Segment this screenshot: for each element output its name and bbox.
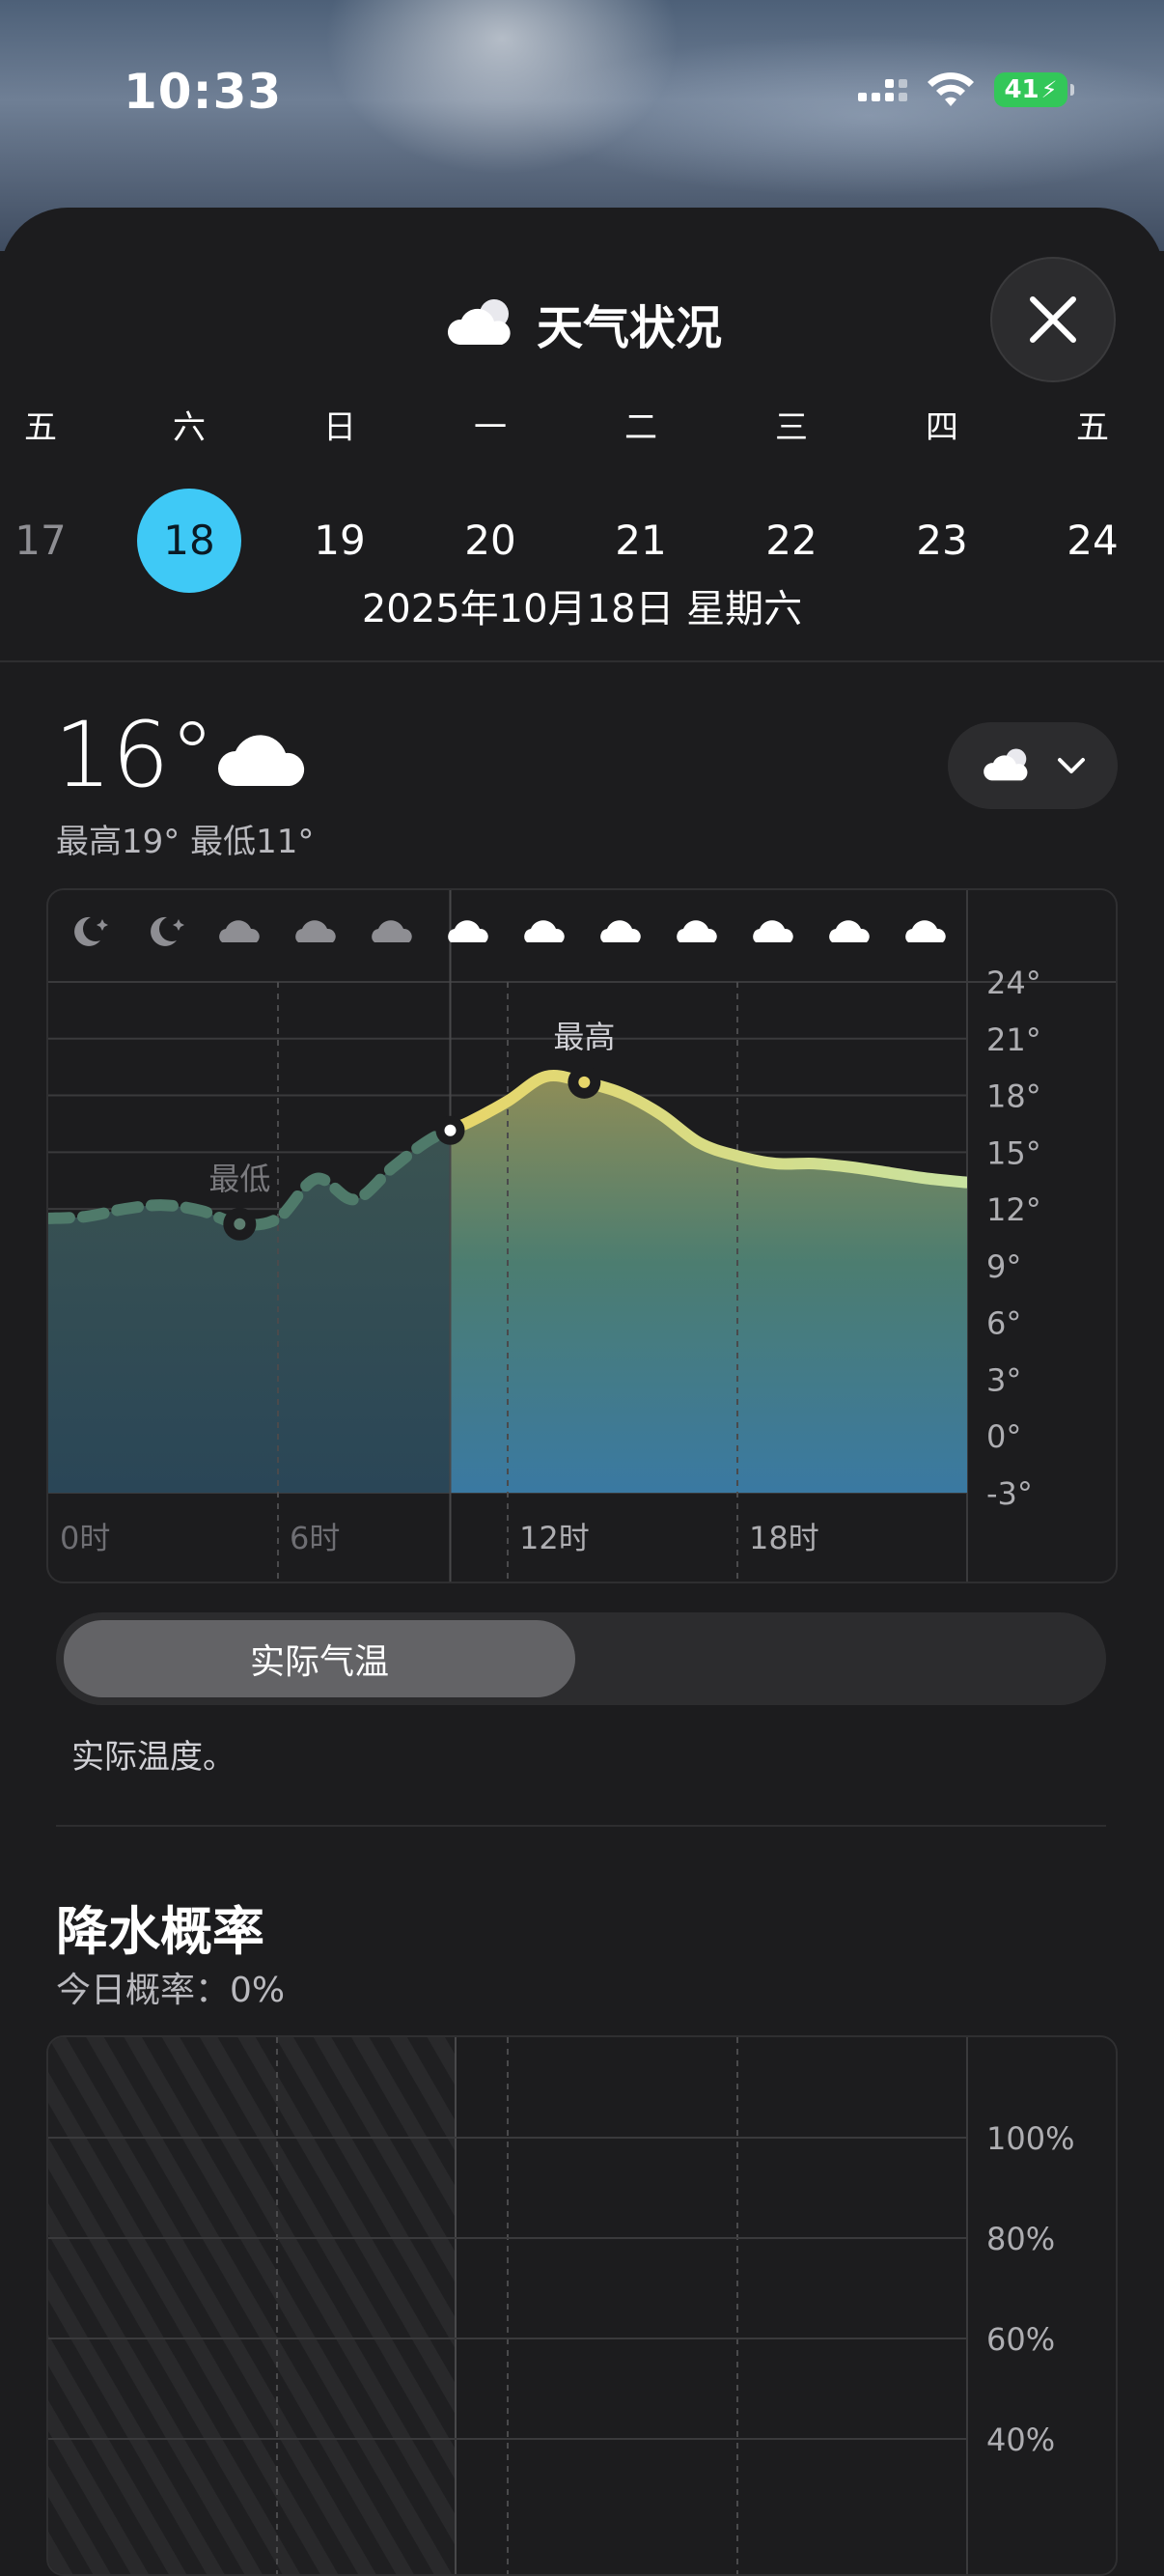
day-20[interactable]: 一 20 [432,404,548,593]
day-17[interactable]: 五 17 [0,404,98,593]
y-tick-label: 40% [986,2422,1055,2458]
moon-icon [74,916,108,946]
close-button[interactable] [990,257,1116,382]
week-strip: 五 17 六 18 日 19 一 20 二 21 三 22 四 23 五 24 [0,404,1164,593]
moon-icon [151,916,184,946]
segment-other[interactable] [583,1620,1098,1697]
battery-level: 41 [1004,75,1039,104]
weekday-label: 日 [323,408,356,447]
y-tick-label: 0° [986,1418,1021,1455]
annotation-label: 最低 [208,1161,270,1197]
close-icon [1030,296,1076,343]
cloud-icon [447,299,511,345]
segment-actual-temp[interactable]: 实际气温 [64,1620,575,1697]
annotation-label: 最高 [553,1019,615,1055]
weekday-label: 五 [1076,408,1109,447]
weekday-label: 五 [24,408,57,447]
cloud-icon [372,920,412,942]
day-19[interactable]: 日 19 [282,404,398,593]
y-tick-label: 21° [986,1022,1041,1058]
day-21[interactable]: 二 21 [583,404,699,593]
weekday-label: 四 [926,408,958,447]
temperature-chart: 最高最低 24° 21° 18° 15° 12° 9° 6° 3° 0° -3° 0时 6时 12时 18时 [46,888,1118,1583]
annotation-point [578,1076,591,1088]
x-tick-label: 6时 [290,1520,340,1556]
weekday-label: 三 [775,408,808,447]
segment-description: 实际温度。 [71,1738,236,1777]
cloud-icon [677,920,717,942]
status-icons: 41 ⚡ [858,71,1074,108]
day-22[interactable]: 三 22 [734,404,849,593]
charging-bolt-icon: ⚡ [1040,76,1058,103]
cloud-icon [448,920,488,942]
y-tick-label: 15° [986,1134,1041,1171]
cloud-icon [984,748,1028,781]
cloud-icon [219,920,260,942]
precipitation-chart: 100% 80% 60% 40% [46,2035,1118,2576]
chevron-down-icon [1058,758,1085,773]
current-point [444,1124,457,1136]
y-tick-label: 3° [986,1361,1021,1398]
divider [56,1825,1106,1827]
cloud-icon [753,920,793,942]
status-time: 10:33 [124,64,283,120]
x-tick-label: 18时 [749,1520,819,1556]
y-tick-label: 100% [986,2120,1074,2157]
y-tick-label: 18° [986,1078,1041,1115]
temperature-chart-svg: 最高最低 24° 21° 18° 15° 12° 9° 6° 3° 0° -3° 0时 6时 12时 18时 [48,890,1116,1582]
y-tick-label: 6° [986,1305,1021,1342]
y-tick-label: 24° [986,965,1041,1001]
wifi-icon [928,72,974,106]
day-18[interactable]: 六 18 [131,404,247,593]
x-tick-label: 12时 [519,1520,590,1556]
divider [0,660,1164,662]
y-tick-label: -3° [986,1475,1033,1512]
sheet-title: 天气状况 [536,301,722,355]
day-24[interactable]: 五 24 [1035,404,1150,593]
past-hatch-area [48,2037,456,2574]
cloud-icon [600,920,641,942]
precipitation-title: 降水概率 [56,1901,264,1962]
y-tick-label: 9° [986,1248,1021,1285]
weekday-label: 二 [624,408,657,447]
current-temperature: 16° [54,703,215,808]
high-low-temps: 最高19° 最低11° [56,823,315,861]
condition-menu-button[interactable] [948,722,1118,809]
x-tick-label: 0时 [60,1520,110,1556]
annotation-point [234,1218,246,1230]
cloud-icon [218,735,305,786]
weekday-label: 六 [173,408,206,447]
y-tick-label: 60% [986,2321,1055,2358]
y-tick-label: 12° [986,1191,1041,1228]
cellular-signal-icon [858,78,907,101]
cloud-icon [829,920,870,942]
selected-date: 2025年10月18日 星期六 [361,587,803,631]
cloud-icon [905,920,946,942]
sheet-header: 天气状况 [0,290,1164,357]
cloud-icon [295,920,336,942]
battery-indicator: 41 ⚡ [994,72,1074,107]
y-tick-label: 80% [986,2221,1055,2257]
day-23[interactable]: 四 23 [884,404,1000,593]
precipitation-chart-svg: 100% 80% 60% 40% [48,2037,1074,2574]
chart-mode-segmented-control: 实际气温 [56,1612,1106,1705]
segment-label: 实际气温 [249,1642,389,1682]
precipitation-subtitle: 今日概率：0% [56,1971,286,2010]
weekday-label: 一 [474,408,507,447]
cloud-icon [524,920,565,942]
